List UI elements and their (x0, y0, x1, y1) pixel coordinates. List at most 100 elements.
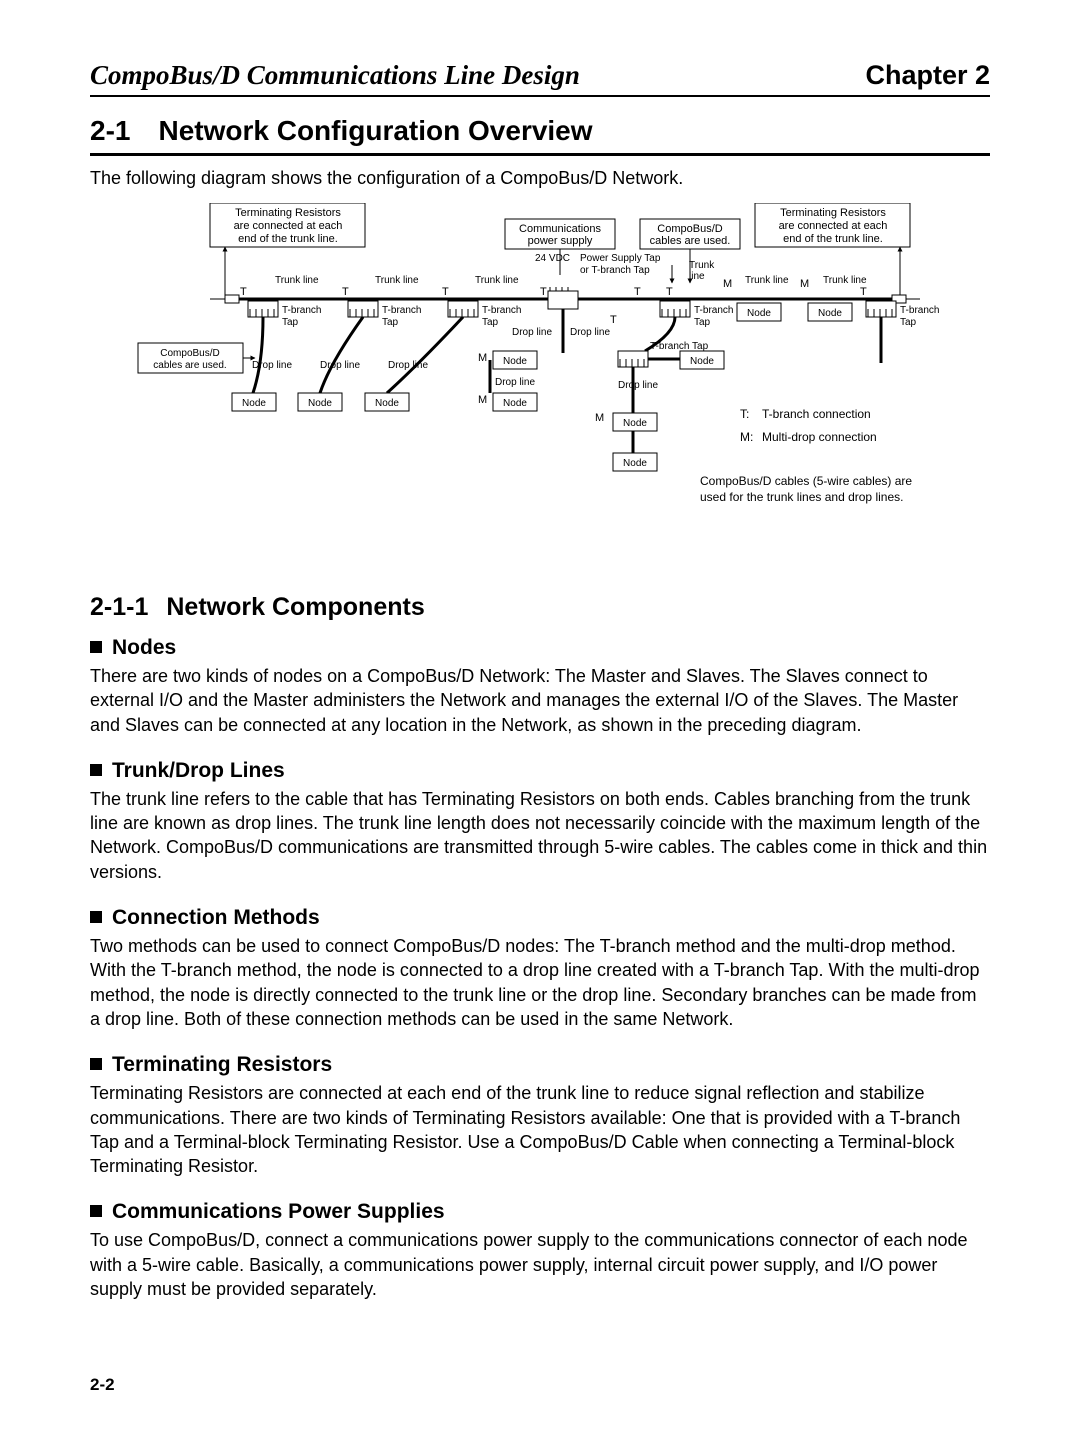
topic-body: There are two kinds of nodes on a CompoB… (90, 664, 990, 737)
svg-text:Power Supply Tap: Power Supply Tap (580, 253, 661, 264)
svg-text:Tap: Tap (900, 317, 917, 328)
svg-text:cables are used.: cables are used. (650, 235, 731, 247)
svg-text:Trunk line: Trunk line (745, 275, 789, 286)
svg-text:Drop line: Drop line (320, 360, 360, 371)
svg-text:T-branch: T-branch (282, 305, 321, 316)
svg-text:cables are used.: cables are used. (153, 360, 226, 371)
subsection-number: 2-1-1 (90, 593, 148, 621)
svg-text:end of the trunk line.: end of the trunk line. (783, 233, 883, 245)
svg-text:M:: M: (740, 430, 753, 444)
svg-text:are connected at each: are connected at each (779, 220, 888, 232)
page-number: 2-2 (90, 1375, 115, 1395)
svg-text:Node: Node (747, 308, 771, 319)
svg-text:Node: Node (503, 398, 527, 409)
svg-text:used for the trunk lines and d: used for the trunk lines and drop lines. (700, 490, 903, 504)
svg-text:Tap: Tap (694, 317, 711, 328)
topic-title: Nodes (112, 636, 176, 659)
svg-text:M: M (723, 278, 732, 290)
topic-terminating-resistors: Terminating Resistors Terminating Resist… (90, 1053, 990, 1178)
svg-text:Node: Node (818, 308, 842, 319)
svg-text:Tap: Tap (482, 317, 499, 328)
svg-text:Trunk line: Trunk line (375, 275, 419, 286)
svg-text:Drop line: Drop line (388, 360, 428, 371)
svg-text:T-branch: T-branch (382, 305, 421, 316)
network-diagram: Terminating Resistors are connected at e… (90, 203, 990, 563)
svg-text:T-branch: T-branch (482, 305, 521, 316)
svg-text:line: line (689, 271, 705, 282)
svg-text:Terminating Resistors: Terminating Resistors (235, 207, 341, 219)
topic-body: Terminating Resistors are connected at e… (90, 1081, 990, 1178)
svg-text:Node: Node (690, 356, 714, 367)
svg-text:CompoBus/D: CompoBus/D (657, 223, 722, 235)
section-intro: The following diagram shows the configur… (90, 168, 990, 189)
svg-text:Communications: Communications (519, 223, 601, 235)
svg-text:Trunk line: Trunk line (823, 275, 867, 286)
svg-text:Node: Node (308, 398, 332, 409)
svg-text:T: T (240, 286, 247, 298)
svg-text:Trunk line: Trunk line (475, 275, 519, 286)
square-bullet-icon (90, 641, 102, 653)
document-page: CompoBus/D Communications Line Design Ch… (0, 0, 1080, 1435)
svg-text:T: T (666, 286, 673, 298)
svg-text:T: T (540, 286, 547, 298)
svg-text:T-branch Tap: T-branch Tap (650, 341, 709, 352)
topic-trunk-drop-lines: Trunk/Drop Lines The trunk line refers t… (90, 759, 990, 884)
svg-text:T:: T: (740, 407, 749, 421)
svg-text:M: M (800, 278, 809, 290)
topic-body: Two methods can be used to connect Compo… (90, 934, 990, 1031)
svg-text:Trunk line: Trunk line (275, 275, 319, 286)
svg-text:Trunk: Trunk (689, 260, 715, 271)
topic-title: Trunk/Drop Lines (112, 759, 285, 782)
section-heading: Network Configuration Overview (158, 115, 592, 146)
topic-nodes: Nodes There are two kinds of nodes on a … (90, 636, 990, 737)
topic-communications-power-supplies: Communications Power Supplies To use Com… (90, 1200, 990, 1301)
svg-text:Node: Node (242, 398, 266, 409)
svg-text:T-branch: T-branch (900, 305, 939, 316)
running-head-left: CompoBus/D Communications Line Design (90, 60, 580, 91)
svg-text:Drop line: Drop line (570, 327, 610, 338)
svg-text:Node: Node (623, 418, 647, 429)
svg-text:T: T (860, 286, 867, 298)
topic-connection-methods: Connection Methods Two methods can be us… (90, 906, 990, 1031)
svg-text:T: T (610, 314, 617, 326)
svg-text:Node: Node (503, 356, 527, 367)
square-bullet-icon (90, 1058, 102, 1070)
square-bullet-icon (90, 764, 102, 776)
svg-text:Drop line: Drop line (618, 380, 658, 391)
section-title: 2-1 Network Configuration Overview (90, 115, 990, 156)
square-bullet-icon (90, 911, 102, 923)
svg-text:T: T (634, 286, 641, 298)
svg-text:CompoBus/D: CompoBus/D (160, 348, 219, 359)
svg-text:Drop line: Drop line (495, 377, 535, 388)
square-bullet-icon (90, 1205, 102, 1217)
topic-body: To use CompoBus/D, connect a communicati… (90, 1228, 990, 1301)
section-number: 2-1 (90, 115, 130, 146)
svg-text:Tap: Tap (382, 317, 399, 328)
svg-text:Node: Node (375, 398, 399, 409)
svg-text:T-branch connection: T-branch connection (762, 407, 871, 421)
subsection-heading: Network Components (166, 593, 424, 621)
svg-text:Drop line: Drop line (512, 327, 552, 338)
svg-text:power supply: power supply (528, 235, 593, 247)
topic-title: Connection Methods (112, 906, 320, 929)
svg-text:T-branch: T-branch (694, 305, 733, 316)
running-head: CompoBus/D Communications Line Design Ch… (90, 60, 990, 97)
svg-text:end of the trunk line.: end of the trunk line. (238, 233, 338, 245)
topic-title: Terminating Resistors (112, 1053, 332, 1076)
svg-text:Tap: Tap (282, 317, 299, 328)
svg-text:Terminating Resistors: Terminating Resistors (780, 207, 886, 219)
svg-text:M: M (478, 352, 487, 364)
svg-text:are connected at each: are connected at each (234, 220, 343, 232)
svg-text:T: T (342, 286, 349, 298)
svg-text:24 VDC: 24 VDC (535, 253, 570, 264)
running-head-right: Chapter 2 (865, 60, 990, 91)
svg-text:Drop line: Drop line (252, 360, 292, 371)
svg-text:M: M (478, 394, 487, 406)
subsection-title: 2-1-1 Network Components (90, 593, 990, 622)
svg-text:M: M (595, 412, 604, 424)
svg-text:Node: Node (623, 458, 647, 469)
svg-text:or T-branch Tap: or T-branch Tap (580, 265, 650, 276)
svg-text:T: T (442, 286, 449, 298)
svg-text:Multi-drop connection: Multi-drop connection (762, 430, 877, 444)
topic-body: The trunk line refers to the cable that … (90, 787, 990, 884)
